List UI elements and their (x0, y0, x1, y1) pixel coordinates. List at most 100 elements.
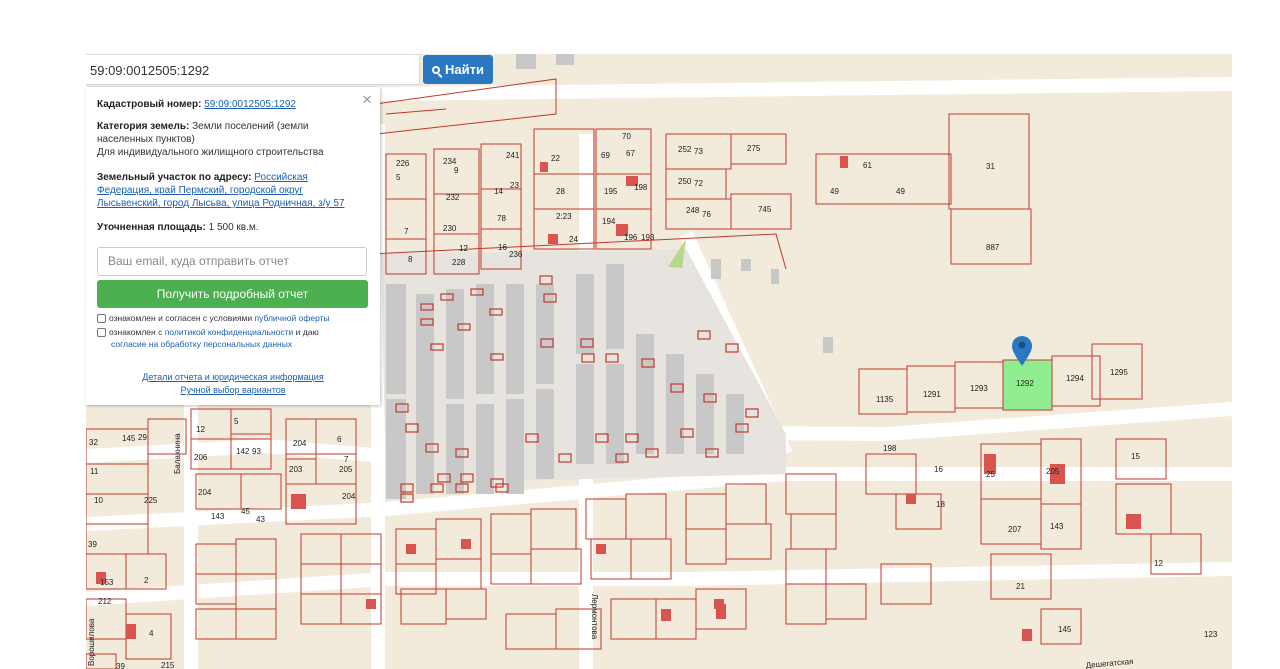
checkbox-icon[interactable] (97, 328, 106, 337)
address-link-3[interactable]: Лысьвенский, город Лысьва, улица Родничн… (97, 198, 344, 209)
parcel-label: 241 (506, 151, 520, 160)
parcel-label: 21 (1016, 582, 1025, 591)
parcel-label: 198 (883, 444, 897, 453)
street-label: Балахнина (173, 433, 182, 474)
parcel-label-1135: 1135 (876, 395, 894, 404)
parcel-label: 76 (702, 210, 711, 219)
parcel-label: 93 (252, 447, 261, 456)
category-value-2: населенных пунктов) (97, 134, 195, 145)
parcel-label: 22 (551, 154, 560, 163)
street-label: Лермонтова (590, 594, 599, 640)
category-label: Категория земель: (97, 121, 190, 132)
address-row: Земельный участок по адресу: Российская … (97, 171, 365, 210)
parcel-label: 70 (622, 132, 631, 141)
parcel-label: 215 (161, 661, 175, 669)
parcel-label: 67 (626, 149, 635, 158)
street-label: Ворошилова (87, 618, 96, 666)
parcel-label: 145 (122, 434, 136, 443)
parcel-label: 248 (686, 206, 700, 215)
parcel-label: 45 (241, 507, 250, 516)
search-button[interactable]: Найти (423, 55, 493, 84)
parcel-label: 10 (94, 496, 103, 505)
parcel-label: 234 (443, 157, 457, 166)
parcel-label: 69 (601, 151, 610, 160)
parcel-label: 275 (747, 144, 761, 153)
parcel-label-1294: 1294 (1066, 374, 1084, 383)
parcel-label: 230 (443, 224, 457, 233)
area-row: Уточненная площадь: 1 500 кв.м. (97, 221, 365, 234)
parcel-label: 72 (694, 179, 703, 188)
search-input[interactable]: 59:09:0012505:1292 (86, 54, 420, 85)
category-row: Категория земель: Земли поселений (земли… (97, 120, 365, 159)
parcel-label: 16 (498, 243, 507, 252)
parcel-label: 2:23 (556, 212, 572, 221)
parcel-label: 25 (986, 470, 995, 479)
cadastral-link[interactable]: 59:09:0012505:1292 (204, 99, 296, 110)
privacy-consent-checkbox[interactable]: ознакомлен с политикой конфиденциальност… (97, 326, 369, 350)
parcel-label: 6 (337, 435, 342, 444)
parcel-label: 12 (196, 425, 205, 434)
parcel-label-61: 61 (863, 161, 872, 170)
personal-data-link[interactable]: согласие на обработку персональных данны… (111, 339, 292, 349)
parcel-label: 9 (454, 166, 459, 175)
parcel-label: 14 (494, 187, 503, 196)
consent2-text2: и даю (295, 327, 319, 337)
parcel-label: 153 (100, 578, 114, 587)
parcel-label: 4 (149, 629, 154, 638)
parcel-label: 252 (678, 145, 692, 154)
consent2-text: ознакомлен с (109, 327, 163, 337)
parcel-label: 193 (641, 233, 655, 242)
parcel-label: 225 (144, 496, 158, 505)
parcel-label: 228 (452, 258, 466, 267)
parcel-label: 204 (342, 492, 356, 501)
checkbox-icon[interactable] (97, 314, 106, 323)
area-label: Уточненная площадь: (97, 222, 206, 233)
parcel-label-49a: 49 (830, 187, 839, 196)
manual-select-link[interactable]: Ручной выбор вариантов (180, 385, 285, 395)
parcel-label: 207 (1008, 525, 1022, 534)
cadastral-row: Кадастровый номер: 59:09:0012505:1292 (97, 98, 365, 111)
parcel-label-31: 31 (986, 162, 995, 171)
parcel-label: 205 (1046, 467, 1060, 476)
parcel-label: 198 (634, 183, 648, 192)
parcel-label: 204 (293, 439, 307, 448)
parcel-label: 226 (396, 159, 410, 168)
parcel-label: 236 (509, 250, 523, 259)
parcel-label: 745 (758, 205, 772, 214)
parcel-label: 12 (459, 244, 468, 253)
parcel-label: 232 (446, 193, 460, 202)
parcel-label: 5 (234, 417, 239, 426)
parcel-label: 212 (98, 597, 112, 606)
parcel-label: 78 (497, 214, 506, 223)
parcel-label: 123 (1204, 630, 1218, 639)
address-link-2[interactable]: Федерация, край Пермский, городской окру… (97, 185, 303, 196)
details-link[interactable]: Детали отчета и юридическая информация (142, 372, 323, 382)
parcel-label: 143 (1050, 522, 1064, 531)
offer-link[interactable]: публичной оферты (255, 313, 330, 323)
parcel-label-1292: 1292 (1016, 379, 1034, 388)
parcel-label: 7 (344, 455, 349, 464)
parcel-label-887: 887 (986, 243, 1000, 252)
parcel-label: 39 (88, 540, 97, 549)
privacy-link[interactable]: политикой конфиденциальности (165, 327, 294, 337)
parcel-label: 16 (934, 465, 943, 474)
email-field[interactable]: Ваш email, куда отправить отчет (97, 247, 367, 276)
parcel-label: 145 (1058, 625, 1072, 634)
parcel-info-panel: × Кадастровый номер: 59:09:0012505:1292 … (86, 87, 380, 405)
parcel-label: 196 (624, 233, 638, 242)
street-label: Дешегатская (1085, 657, 1133, 669)
parcel-label: 2 (144, 576, 149, 585)
parcel-label: 32 (89, 438, 98, 447)
parcel-label: 203 (289, 465, 303, 474)
parcel-label: 205 (339, 465, 353, 474)
category-value-3: Для индивидуального жилищного строительс… (97, 147, 324, 158)
parcel-label-49b: 49 (896, 187, 905, 196)
address-link-1[interactable]: Российская (254, 172, 308, 183)
parcel-label: 206 (194, 453, 208, 462)
parcel-label: 73 (694, 147, 703, 156)
parcel-label: 8 (408, 255, 413, 264)
offer-consent-checkbox[interactable]: ознакомлен и согласен с условиями публич… (97, 312, 369, 324)
get-report-button[interactable]: Получить подробный отчет (97, 280, 368, 308)
parcel-label: 143 (211, 512, 225, 521)
parcel-label: 23 (510, 181, 519, 190)
